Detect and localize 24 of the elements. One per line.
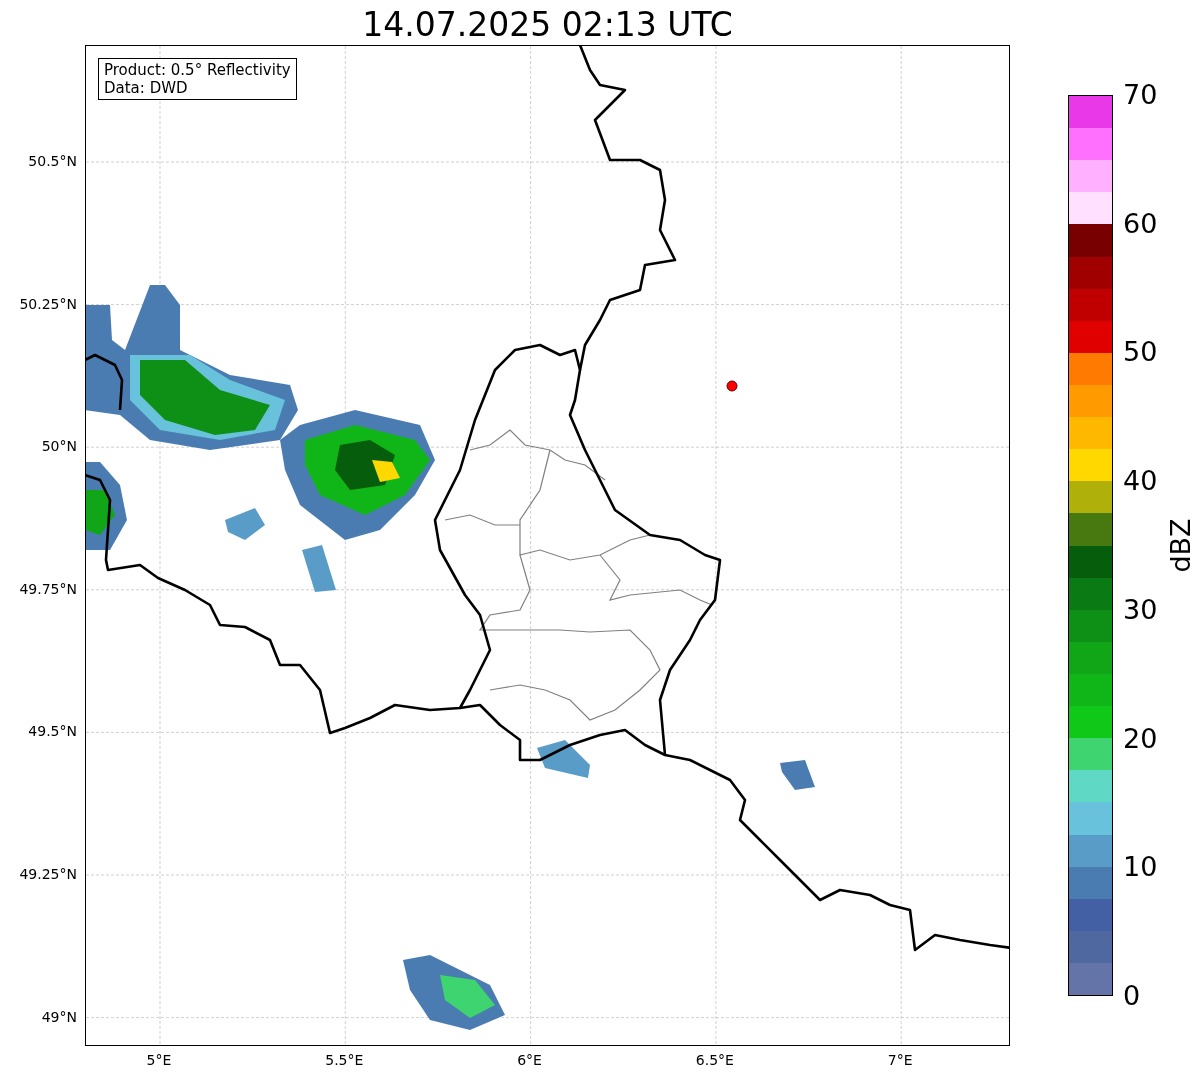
axis-tick-label: 49°N	[41, 1008, 77, 1025]
axis-tick-label: 49.5°N	[28, 723, 77, 740]
colorbar-label: dBZ	[1164, 518, 1196, 573]
axis-tick-label: 6°E	[517, 1052, 542, 1068]
axis-tick-label: 5.5°E	[325, 1052, 364, 1068]
colorbar-tick-label: 50	[1123, 337, 1158, 368]
legend-text: Product: 0.5° Reflectivity	[104, 61, 291, 79]
legend-text: Data: DWD	[104, 79, 189, 97]
colorbar-tick-label: 0	[1123, 981, 1141, 1011]
colorbar-tick-label: 30	[1123, 594, 1158, 625]
axis-tick-label: 5°E	[146, 1052, 172, 1068]
colorbar-tick-label: 40	[1123, 466, 1158, 497]
axis-tick-label: 49.25°N	[19, 866, 77, 882]
colorbar-tick-label: 70	[1123, 80, 1158, 110]
colorbar-tick-label: 20	[1123, 723, 1158, 754]
axis-tick-label: 50.25°N	[19, 295, 77, 312]
axis-tick-label: 49.75°N	[19, 580, 77, 597]
axis-tick-label: 7°E	[887, 1052, 913, 1068]
axis-tick-label: 50°N	[41, 438, 77, 455]
colorbar-tick-label: 60	[1123, 208, 1158, 239]
chart-title: 14.07.2025 02:13 UTC	[362, 5, 733, 45]
axis-tick-label: 50.5°N	[28, 153, 77, 169]
colorbar-tick-label: 10	[1123, 852, 1158, 883]
axis-tick-label: 6.5°E	[695, 1052, 734, 1068]
